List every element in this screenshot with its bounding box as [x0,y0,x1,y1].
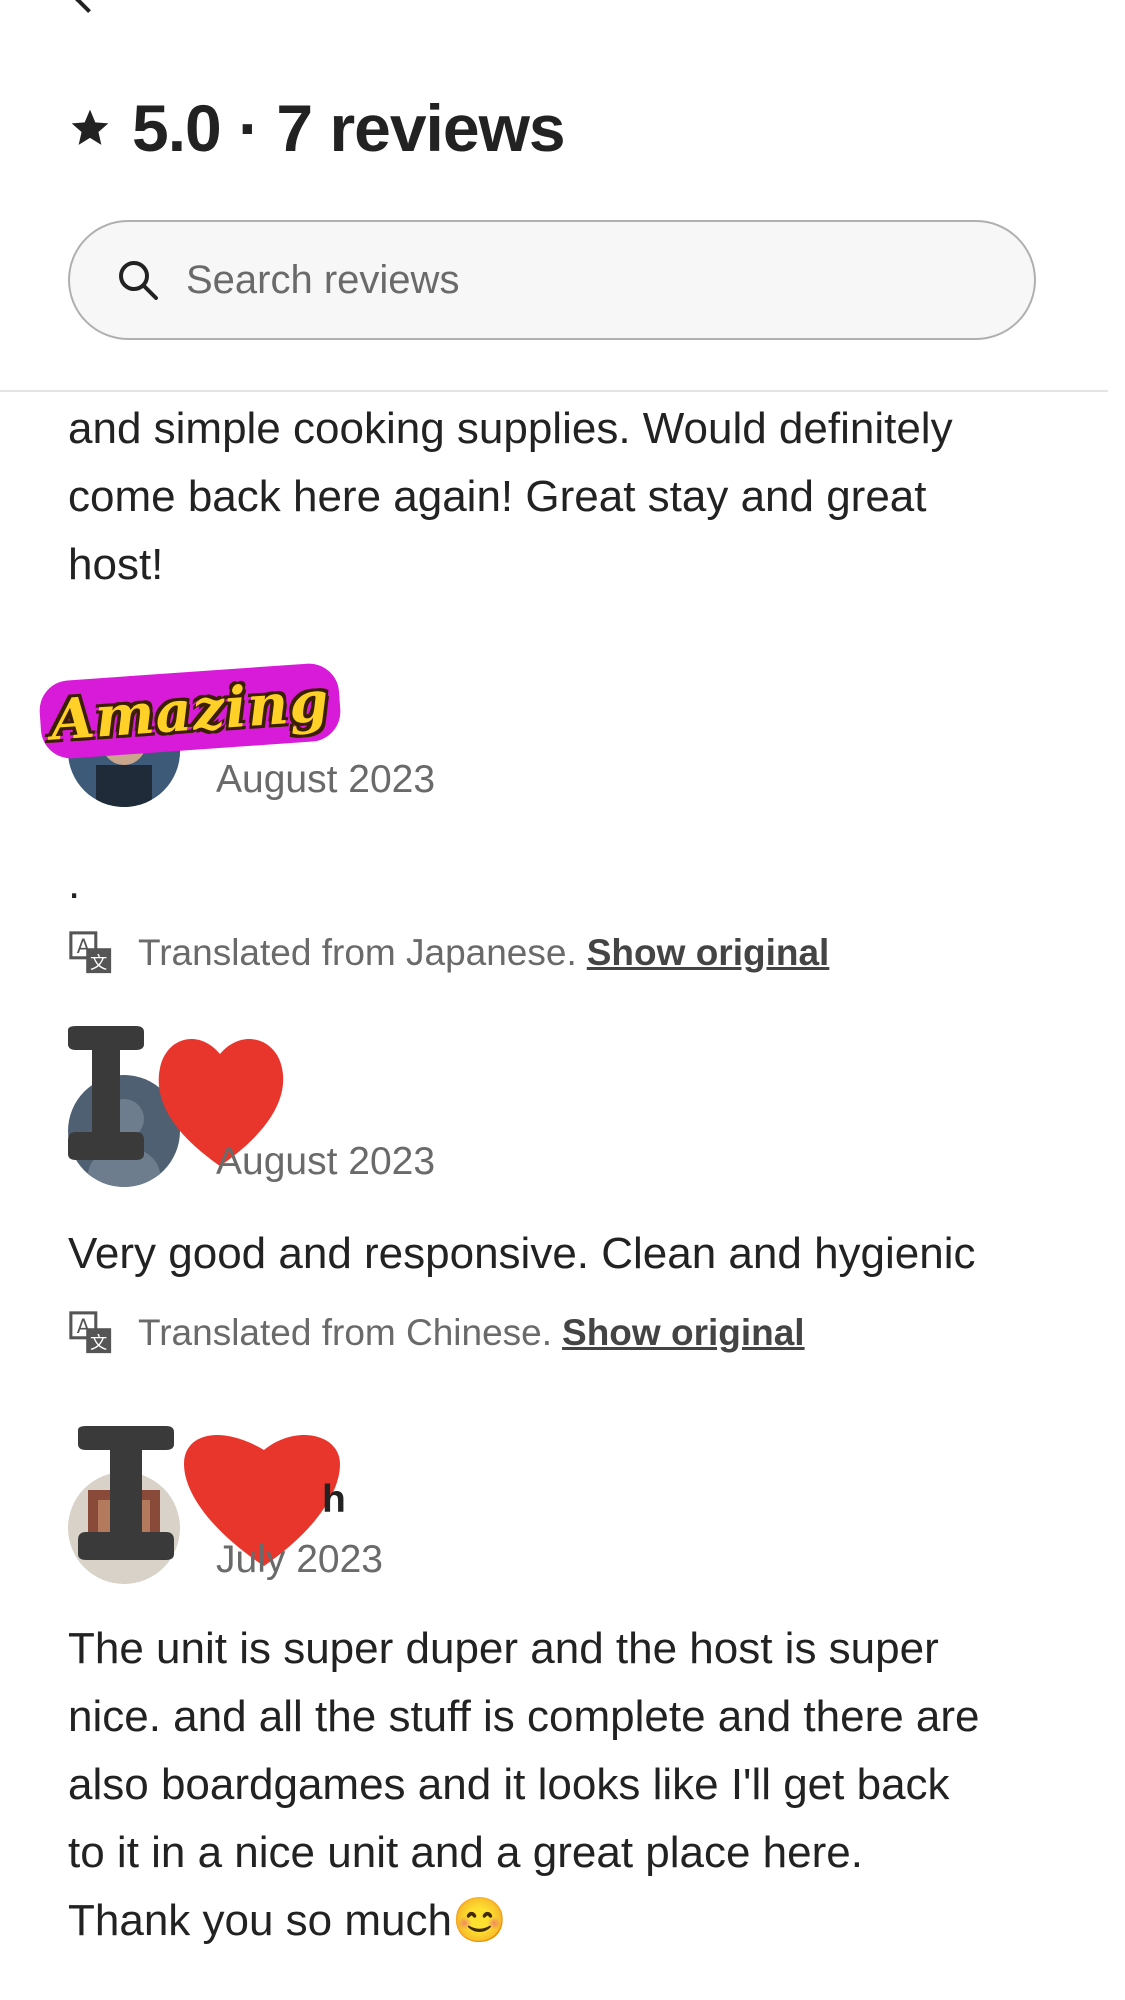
review-text: . [68,859,81,908]
review-date: August 2023 [216,758,436,801]
review-1-line-1: and simple cooking supplies. Would defin… [68,404,953,453]
review-line: nice. and all the stuff is complete and … [68,1692,980,1741]
svg-text:文: 文 [90,1333,107,1353]
translate-icon: A 文 [69,931,112,973]
search-icon [119,261,158,300]
review-text: Very good and responsive. Clean and hygi… [68,1229,976,1278]
review-date: July 2023 [216,1538,383,1581]
review-1-line-3: host! [68,540,164,589]
star-icon [71,109,109,145]
header-divider [0,390,1108,392]
back-chevron-icon[interactable] [73,0,99,14]
show-original-link[interactable]: Show original [562,1312,805,1354]
review-line: Thank you so much😊 [68,1896,507,1945]
translation-notice: A 文 Translated from Chinese. Show origin… [68,1310,805,1356]
translation-notice: A 文 Translated from Japanese. Show origi… [68,930,829,976]
rating-summary: 5.0 · 7 reviews [132,91,566,165]
reviewer-name: h [322,1478,346,1521]
reviews-header: 5.0 · 7 reviews [68,90,566,166]
review-1-line-2: come back here again! Great stay and gre… [68,472,927,521]
review-line: also boardgames and it looks like I'll g… [68,1760,950,1809]
search-input[interactable] [184,256,988,304]
show-original-link[interactable]: Show original [587,932,830,974]
review-1-text: and simple cooking supplies. Would defin… [68,395,953,599]
review-date: August 2023 [216,1140,436,1183]
translate-icon: A 文 [69,1311,112,1353]
review-line: The unit is super duper and the host is … [68,1624,939,1673]
svg-text:文: 文 [90,953,107,973]
review-text: The unit is super duper and the host is … [68,1615,980,1955]
search-reviews-box[interactable] [68,220,1036,340]
review-line: to it in a nice unit and a great place h… [68,1828,863,1877]
amazing-sticker: Amazing [37,661,343,761]
